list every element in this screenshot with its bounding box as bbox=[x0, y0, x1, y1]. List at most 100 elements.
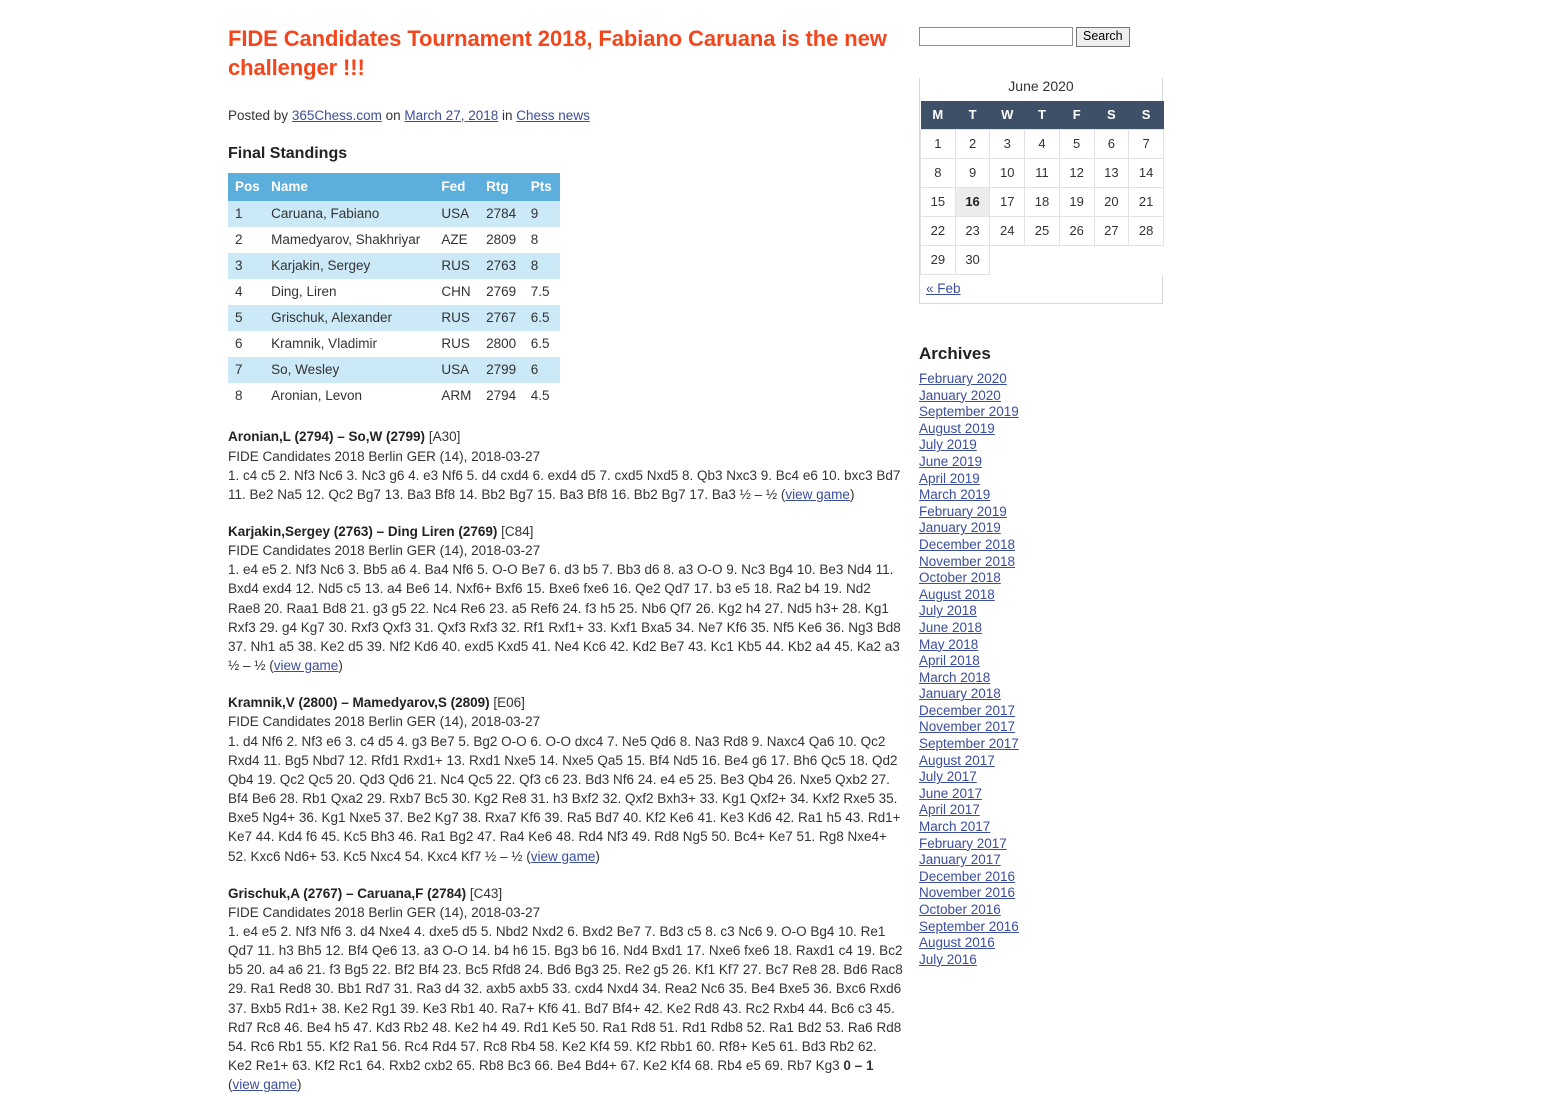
search-input[interactable] bbox=[919, 27, 1073, 46]
standings-col-header: Pts bbox=[523, 173, 560, 202]
calendar-day-cell[interactable]: 25 bbox=[1024, 216, 1060, 246]
calendar-day-cell[interactable]: 19 bbox=[1058, 187, 1095, 217]
author-link[interactable]: 365Chess.com bbox=[292, 108, 382, 123]
calendar-day-cell[interactable]: 6 bbox=[1093, 129, 1130, 159]
standings-cell-pts: 6 bbox=[523, 357, 560, 384]
games-list: Aronian,L (2794) – So,W (2799) [A30] FIDE… bbox=[228, 427, 904, 1094]
calendar-day-cell[interactable]: 14 bbox=[1128, 158, 1164, 188]
calendar-day-cell[interactable]: 9 bbox=[954, 158, 991, 188]
archive-month-link[interactable]: July 2019 bbox=[919, 437, 977, 452]
calendar-day-cell[interactable]: 2 bbox=[954, 129, 991, 159]
archive-month-link[interactable]: October 2018 bbox=[919, 570, 1001, 585]
archive-month-link[interactable]: March 2017 bbox=[919, 819, 990, 834]
calendar-day-cell[interactable]: 4 bbox=[1024, 129, 1060, 159]
archive-month-link[interactable]: December 2018 bbox=[919, 537, 1015, 552]
page-title: FIDE Candidates Tournament 2018, Fabiano… bbox=[228, 26, 887, 81]
archive-month-link[interactable]: March 2018 bbox=[919, 670, 990, 685]
archive-month-link[interactable]: January 2017 bbox=[919, 852, 1001, 867]
calendar-day-cell[interactable]: 17 bbox=[989, 187, 1026, 217]
calendar-day-cell[interactable]: 21 bbox=[1128, 187, 1164, 217]
archive-month-link[interactable]: December 2016 bbox=[919, 869, 1015, 884]
calendar-day-cell[interactable]: 13 bbox=[1093, 158, 1130, 188]
calendar-weekday-row: MTWTFSS bbox=[920, 101, 1164, 130]
standings-cell-fed: RUS bbox=[434, 331, 480, 358]
archive-month-link[interactable]: September 2019 bbox=[919, 404, 1019, 419]
calendar-day-cell[interactable]: 12 bbox=[1058, 158, 1095, 188]
calendar-day-cell[interactable]: 10 bbox=[989, 158, 1026, 188]
standings-cell-pts: 8 bbox=[523, 253, 560, 280]
calendar-day-cell[interactable]: 11 bbox=[1024, 158, 1060, 188]
archive-month-link[interactable]: November 2016 bbox=[919, 885, 1015, 900]
standings-cell-rtg: 2784 bbox=[479, 201, 524, 228]
archive-month-link[interactable]: December 2017 bbox=[919, 703, 1015, 718]
view-game-link[interactable]: view game bbox=[274, 658, 339, 673]
date-link[interactable]: March 27, 2018 bbox=[404, 108, 498, 123]
list-item: January 2019 bbox=[919, 520, 1179, 537]
calendar-day-cell[interactable]: 3 bbox=[989, 129, 1026, 159]
view-game-link[interactable]: view game bbox=[531, 849, 596, 864]
calendar-day-cell[interactable]: 8 bbox=[920, 158, 956, 188]
archive-month-link[interactable]: July 2018 bbox=[919, 603, 977, 618]
calendar-day-cell-today[interactable]: 16 bbox=[954, 187, 991, 217]
archive-month-link[interactable]: October 2016 bbox=[919, 902, 1001, 917]
calendar-day-cell[interactable]: 27 bbox=[1093, 216, 1130, 246]
archive-month-link[interactable]: June 2018 bbox=[919, 620, 982, 635]
standings-cell-name: Kramnik, Vladimir bbox=[264, 331, 435, 358]
archive-month-link[interactable]: February 2020 bbox=[919, 371, 1007, 386]
archive-month-link[interactable]: June 2017 bbox=[919, 786, 982, 801]
archive-month-link[interactable]: January 2020 bbox=[919, 388, 1001, 403]
calendar-day-cell[interactable]: 5 bbox=[1058, 129, 1095, 159]
archive-month-link[interactable]: July 2017 bbox=[919, 769, 977, 784]
standings-table-body: 1 Caruana, Fabiano USA 2784 9 2 Mamedyarov, Sh… bbox=[228, 201, 560, 410]
calendar-week-row: 8 9 10 11 12 13 14 bbox=[920, 158, 1164, 188]
archive-month-link[interactable]: April 2017 bbox=[919, 802, 980, 817]
calendar-day-cell[interactable]: 30 bbox=[954, 245, 991, 275]
calendar-day-cell[interactable]: 26 bbox=[1058, 216, 1095, 246]
archive-month-link[interactable]: February 2019 bbox=[919, 504, 1007, 519]
standings-cell-pts: 9 bbox=[523, 201, 560, 228]
calendar-prev-link[interactable]: « Feb bbox=[926, 281, 961, 296]
calendar-day-cell[interactable]: 22 bbox=[920, 216, 956, 246]
game-event-line: FIDE Candidates 2018 Berlin GER (14), 20… bbox=[228, 543, 541, 559]
calendar-day-cell[interactable]: 23 bbox=[954, 216, 991, 246]
search-button[interactable]: Search bbox=[1076, 27, 1130, 47]
archive-month-link[interactable]: January 2019 bbox=[919, 520, 1001, 535]
archive-month-link[interactable]: September 2017 bbox=[919, 736, 1019, 751]
archive-month-link[interactable]: March 2019 bbox=[919, 487, 990, 502]
calendar-day-cell[interactable]: 24 bbox=[989, 216, 1026, 246]
archive-month-link[interactable]: September 2016 bbox=[919, 919, 1019, 934]
standings-col-header: Pos bbox=[228, 173, 265, 202]
calendar-footer: « Feb bbox=[920, 275, 1162, 303]
standings-cell-name: Aronian, Levon bbox=[264, 383, 435, 410]
archive-month-link[interactable]: May 2018 bbox=[919, 637, 978, 652]
archive-month-link[interactable]: February 2017 bbox=[919, 836, 1007, 851]
calendar-day-cell[interactable]: 20 bbox=[1093, 187, 1130, 217]
view-game-link[interactable]: view game bbox=[233, 1077, 298, 1092]
list-item: January 2017 bbox=[919, 852, 1179, 869]
archive-month-link[interactable]: November 2017 bbox=[919, 719, 1015, 734]
archive-month-link[interactable]: April 2019 bbox=[919, 471, 980, 486]
standings-cell-name: Ding, Liren bbox=[264, 279, 435, 306]
standings-cell-rtg: 2800 bbox=[479, 331, 524, 358]
calendar-day-cell[interactable]: 1 bbox=[920, 129, 956, 159]
view-game-link[interactable]: view game bbox=[785, 487, 850, 502]
archive-month-link[interactable]: January 2018 bbox=[919, 686, 1001, 701]
list-item: February 2020 bbox=[919, 371, 1179, 388]
calendar-day-cell[interactable]: 29 bbox=[920, 245, 956, 275]
calendar-day-cell[interactable]: 18 bbox=[1024, 187, 1060, 217]
archive-month-link[interactable]: August 2016 bbox=[919, 935, 995, 950]
archive-month-link[interactable]: July 2016 bbox=[919, 952, 977, 967]
archive-month-link[interactable]: April 2018 bbox=[919, 653, 980, 668]
calendar-day-cell[interactable]: 28 bbox=[1128, 216, 1164, 246]
calendar-day-cell[interactable]: 7 bbox=[1128, 129, 1164, 159]
archive-month-link[interactable]: August 2017 bbox=[919, 753, 995, 768]
calendar-empty-cell bbox=[1059, 245, 1095, 275]
archive-month-link[interactable]: August 2018 bbox=[919, 587, 995, 602]
archive-month-link[interactable]: August 2019 bbox=[919, 421, 995, 436]
archive-month-link[interactable]: November 2018 bbox=[919, 554, 1015, 569]
list-item: October 2018 bbox=[919, 570, 1179, 587]
category-link[interactable]: Chess news bbox=[516, 108, 590, 123]
list-item: June 2017 bbox=[919, 786, 1179, 803]
archive-month-link[interactable]: June 2019 bbox=[919, 454, 982, 469]
calendar-day-cell[interactable]: 15 bbox=[920, 187, 956, 217]
